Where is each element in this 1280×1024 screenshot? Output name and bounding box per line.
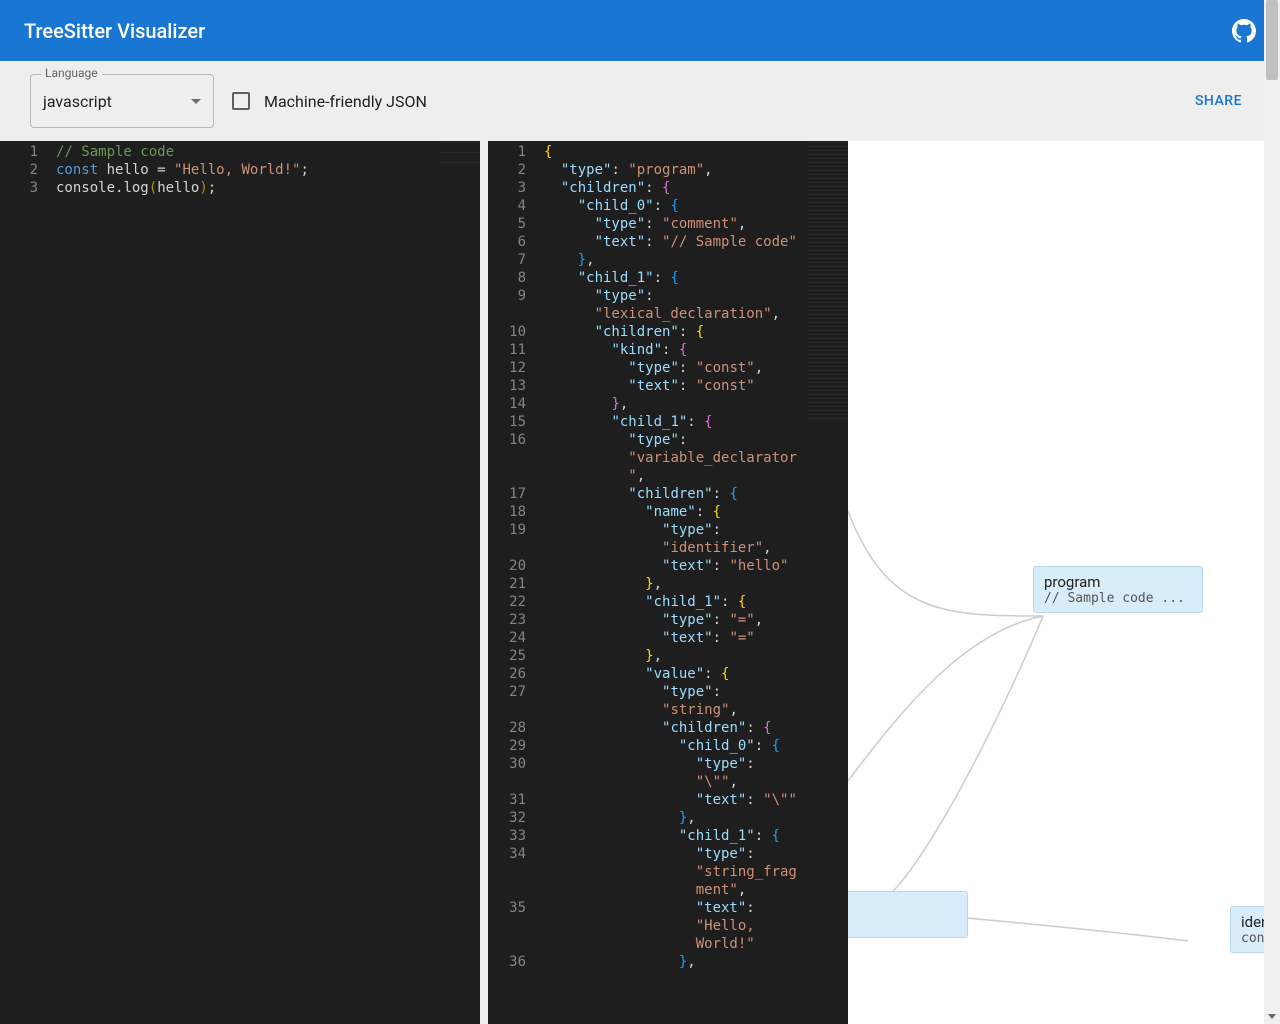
app-title: TreeSitter Visualizer (24, 19, 205, 43)
scrollbar-thumb[interactable] (1266, 0, 1278, 80)
minimap[interactable] (808, 141, 848, 421)
minimap[interactable] (440, 141, 480, 171)
tree-node-title: program (1044, 573, 1192, 591)
tree-node-text (849, 916, 957, 931)
source-code[interactable]: // Sample codeconst hello = "Hello, Worl… (56, 143, 460, 197)
github-icon[interactable] (1232, 19, 1256, 43)
pane-divider[interactable] (480, 141, 488, 1024)
source-editor[interactable]: 123 // Sample codeconst hello = "Hello, … (0, 141, 480, 1024)
tree-node-title (849, 898, 957, 916)
tree-visualization[interactable]: program // Sample code ... identi conso (848, 141, 1280, 1024)
json-viewer[interactable]: 1234567891011121314151617181920212223242… (488, 141, 848, 1024)
main-area: 123 // Sample codeconst hello = "Hello, … (0, 141, 1280, 1024)
app-header: TreeSitter Visualizer (0, 0, 1280, 61)
checkbox-box-icon (232, 92, 250, 110)
machine-friendly-checkbox[interactable]: Machine-friendly JSON (232, 92, 427, 111)
scrollbar-down-button[interactable] (1264, 1008, 1280, 1024)
chevron-down-icon (1268, 1014, 1276, 1019)
toolbar: Language javascript Machine-friendly JSO… (0, 61, 1280, 141)
json-code[interactable]: { "type": "program", "children": { "chil… (544, 143, 828, 971)
json-gutter: 1234567891011121314151617181920212223242… (488, 141, 544, 1024)
tree-node[interactable] (848, 891, 968, 938)
language-value: javascript (43, 92, 112, 111)
language-select[interactable]: Language javascript (30, 74, 214, 128)
tree-node-program[interactable]: program // Sample code ... (1033, 566, 1203, 613)
share-button[interactable]: SHARE (1187, 87, 1250, 115)
source-gutter: 123 (0, 141, 56, 1024)
chevron-down-icon (191, 99, 201, 104)
language-label: Language (41, 66, 102, 80)
window-scrollbar[interactable] (1264, 0, 1280, 1024)
checkbox-label: Machine-friendly JSON (264, 92, 427, 111)
tree-node-text: // Sample code ... (1044, 591, 1192, 606)
